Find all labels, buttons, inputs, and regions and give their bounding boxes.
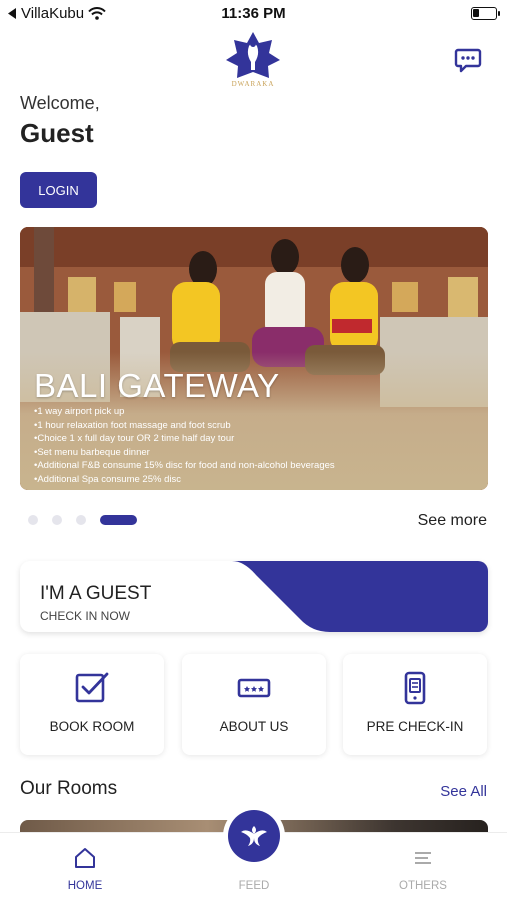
phone-icon [404, 671, 426, 705]
welcome-text: Welcome, [20, 93, 100, 113]
banner-title: BALI GATEWAY [34, 367, 280, 404]
checkbox-icon-wrap [20, 670, 164, 706]
banner-feature-list: 1 way airport pick up 1 hour relaxation … [34, 405, 335, 487]
menu-icon [415, 852, 431, 864]
chat-bubble-icon [454, 48, 482, 73]
logo-text: DWARAKA [231, 80, 275, 88]
phone-icon-wrap [343, 670, 487, 706]
pre-check-in-button[interactable]: PRE CHECK-IN [343, 654, 487, 755]
banner-feature-item: Choice 1 x full day tour OR 2 time half … [34, 432, 335, 446]
logo-emblem-icon [226, 32, 280, 78]
carousel-indicator [28, 515, 137, 525]
about-us-label: ABOUT US [219, 719, 289, 734]
ticket-icon [237, 678, 271, 698]
banner-feature-item: 1 way airport pick up [34, 405, 335, 419]
pre-check-in-label: PRE CHECK-IN [366, 719, 464, 734]
see-all-rooms-link[interactable]: See All [440, 783, 487, 800]
tab-home[interactable]: HOME [35, 847, 135, 892]
banner-feature-item: Additional F&B consume 15% disc for food… [34, 459, 334, 473]
book-room-label: BOOK ROOM [49, 719, 135, 734]
guest-card-subtitle: CHECK IN NOW [40, 609, 130, 623]
status-bar: VillaKubu 11:36 PM [0, 0, 507, 30]
banner-feature-item: 1 hour relaxation foot massage and foot … [34, 419, 335, 433]
home-icon [75, 848, 95, 868]
guest-check-in-card[interactable]: I'M A GUEST CHECK IN NOW [20, 561, 488, 632]
feed-button[interactable] [228, 810, 280, 862]
see-more-link[interactable]: See more [418, 512, 487, 530]
carousel-dot[interactable] [52, 515, 62, 525]
checkbox-icon [75, 672, 109, 703]
promo-banner[interactable]: BALI GATEWAY 1 way airport pick up 1 hou… [20, 227, 488, 490]
guest-card-title: I'M A GUEST [40, 583, 152, 604]
guest-name: Guest [20, 118, 94, 148]
battery-level [473, 9, 480, 17]
rooms-section-title: Our Rooms [20, 778, 118, 799]
battery-icon [471, 7, 500, 20]
ticket-icon-wrap [182, 670, 326, 706]
carousel-dot[interactable] [28, 515, 38, 525]
banner-feature-item: Set menu barbeque dinner [34, 446, 335, 460]
login-button[interactable]: LOGIN [20, 172, 97, 208]
tab-others[interactable]: OTHERS [373, 847, 473, 892]
carousel-dot[interactable] [76, 515, 86, 525]
tab-others-label: OTHERS [399, 880, 447, 892]
banner-feature-item: Additional Spa consume 25% disc [34, 473, 335, 487]
chat-button[interactable] [454, 46, 482, 74]
hotel-logo: DWARAKA [222, 30, 284, 92]
tab-home-label: HOME [67, 880, 103, 892]
book-room-button[interactable]: BOOK ROOM [20, 654, 164, 755]
status-time: 11:36 PM [221, 5, 286, 22]
about-us-button[interactable]: ABOUT US [182, 654, 326, 755]
feed-logo-icon [241, 826, 267, 846]
carousel-dot-active[interactable] [100, 515, 137, 525]
tab-feed-label: FEED [238, 880, 270, 892]
